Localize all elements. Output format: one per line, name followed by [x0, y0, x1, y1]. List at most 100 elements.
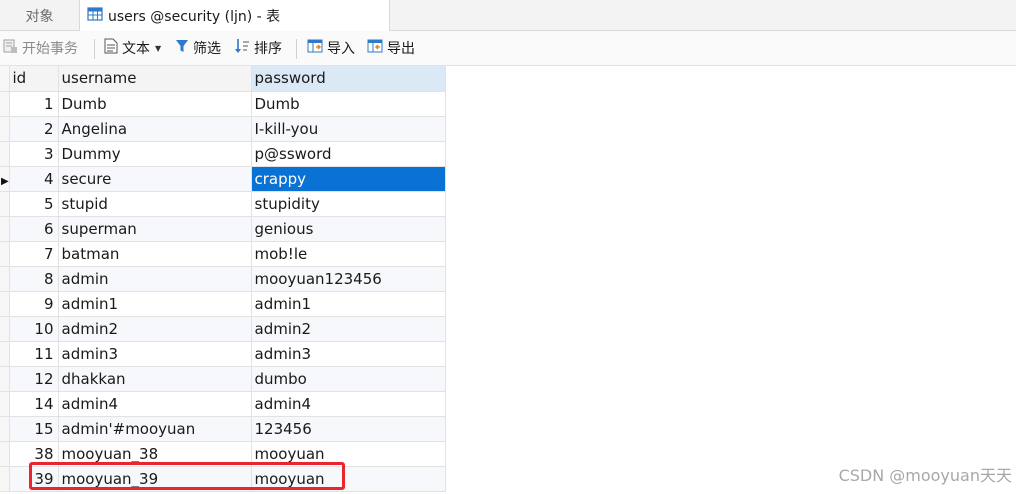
cell-id[interactable]: 11 — [9, 341, 59, 367]
row-marker[interactable] — [0, 241, 10, 267]
filter-label: 筛选 — [193, 41, 221, 57]
table-row[interactable]: ▶ 4 secure crappy — [0, 166, 446, 192]
cell-id[interactable]: 3 — [9, 141, 59, 167]
table-row[interactable]: 15 admin'#mooyuan 123456 — [0, 416, 446, 442]
cell-username[interactable]: admin4 — [58, 391, 252, 417]
cell-username[interactable]: admin2 — [58, 316, 252, 342]
cell-password[interactable]: mooyuan — [251, 441, 446, 467]
cell-username[interactable]: Dumb — [58, 91, 252, 117]
row-marker[interactable] — [0, 91, 10, 117]
table-icon — [87, 6, 103, 26]
cell-username[interactable]: batman — [58, 241, 252, 267]
cell-password[interactable]: mooyuan123456 — [251, 266, 446, 292]
table-row[interactable]: 7 batman mob!le — [0, 241, 446, 267]
cell-username[interactable]: admin1 — [58, 291, 252, 317]
row-marker[interactable] — [0, 366, 10, 392]
cell-password[interactable]: stupidity — [251, 191, 446, 217]
cell-username[interactable]: mooyuan_38 — [58, 441, 252, 467]
cell-id[interactable]: 1 — [9, 91, 59, 117]
cell-username[interactable]: admin3 — [58, 341, 252, 367]
cell-password[interactable]: Dumb — [251, 91, 446, 117]
column-header-id[interactable]: id — [9, 66, 59, 92]
text-button[interactable]: 文本 ▼ — [104, 31, 161, 65]
export-button[interactable]: 导出 — [367, 31, 415, 65]
filter-icon — [175, 38, 189, 58]
cell-id[interactable]: 8 — [9, 266, 59, 292]
header-row: id username password — [0, 66, 446, 92]
toolbar: 开始事务 文本 ▼ 筛选 排序 导入 导出 — [0, 31, 1016, 66]
table-row[interactable]: 8 admin mooyuan123456 — [0, 266, 446, 292]
table-row[interactable]: 1 Dumb Dumb — [0, 91, 446, 117]
column-header-password[interactable]: password — [251, 66, 446, 92]
cell-password[interactable]: admin4 — [251, 391, 446, 417]
row-marker[interactable] — [0, 316, 10, 342]
table-row[interactable]: 38 mooyuan_38 mooyuan — [0, 441, 446, 467]
cell-username[interactable]: superman — [58, 216, 252, 242]
row-marker[interactable] — [0, 341, 10, 367]
row-marker[interactable] — [0, 391, 10, 417]
cell-id[interactable]: 7 — [9, 241, 59, 267]
table-row[interactable]: 3 Dummy p@ssword — [0, 141, 446, 167]
text-label: 文本 — [122, 41, 150, 57]
cell-username[interactable]: admin — [58, 266, 252, 292]
cell-id[interactable]: 6 — [9, 216, 59, 242]
cell-username[interactable]: admin'#mooyuan — [58, 416, 252, 442]
cell-id[interactable]: 9 — [9, 291, 59, 317]
cell-password[interactable]: mob!le — [251, 241, 446, 267]
table-row[interactable]: 14 admin4 admin4 — [0, 391, 446, 417]
filter-button[interactable]: 筛选 — [175, 31, 221, 65]
cell-username[interactable]: mooyuan_39 — [58, 466, 252, 492]
cell-password[interactable]: admin2 — [251, 316, 446, 342]
row-marker[interactable] — [0, 441, 10, 467]
cell-username[interactable]: dhakkan — [58, 366, 252, 392]
cell-id[interactable]: 39 — [9, 466, 59, 492]
cell-password[interactable]: admin3 — [251, 341, 446, 367]
cell-id[interactable]: 12 — [9, 366, 59, 392]
cell-password[interactable]: crappy — [251, 166, 446, 192]
table-row[interactable]: 9 admin1 admin1 — [0, 291, 446, 317]
column-header-username[interactable]: username — [58, 66, 252, 92]
row-marker[interactable] — [0, 191, 10, 217]
cell-username[interactable]: secure — [58, 166, 252, 192]
table-row[interactable]: 12 dhakkan dumbo — [0, 366, 446, 392]
row-marker[interactable] — [0, 141, 10, 167]
row-marker[interactable] — [0, 416, 10, 442]
cell-password[interactable]: genious — [251, 216, 446, 242]
begin-transaction-button[interactable]: 开始事务 — [2, 31, 78, 65]
row-marker[interactable] — [0, 116, 10, 142]
cell-id[interactable]: 10 — [9, 316, 59, 342]
table-row[interactable]: 10 admin2 admin2 — [0, 316, 446, 342]
watermark: CSDN @mooyuan天天 — [838, 466, 1012, 485]
cell-password[interactable]: 123456 — [251, 416, 446, 442]
cell-username[interactable]: stupid — [58, 191, 252, 217]
sort-button[interactable]: 排序 — [234, 31, 282, 65]
table-row[interactable]: 11 admin3 admin3 — [0, 341, 446, 367]
cell-id[interactable]: 38 — [9, 441, 59, 467]
row-marker[interactable] — [0, 216, 10, 242]
begin-transaction-label: 开始事务 — [22, 41, 78, 57]
export-label: 导出 — [387, 41, 415, 57]
table-row[interactable]: 6 superman genious — [0, 216, 446, 242]
cell-username[interactable]: Angelina — [58, 116, 252, 142]
table-row[interactable]: 5 stupid stupidity — [0, 191, 446, 217]
row-marker[interactable] — [0, 466, 10, 492]
import-button[interactable]: 导入 — [307, 31, 355, 65]
cell-password[interactable]: I-kill-you — [251, 116, 446, 142]
cell-username[interactable]: Dummy — [58, 141, 252, 167]
cell-password[interactable]: mooyuan — [251, 466, 446, 492]
row-marker[interactable] — [0, 291, 10, 317]
cell-id[interactable]: 2 — [9, 116, 59, 142]
tab-objects[interactable]: 对象 — [0, 0, 80, 31]
cell-password[interactable]: admin1 — [251, 291, 446, 317]
cell-id[interactable]: 4 — [9, 166, 59, 192]
tab-users-table[interactable]: users @security (ljn) - 表 — [80, 0, 390, 32]
table-row[interactable]: 39 mooyuan_39 mooyuan — [0, 466, 446, 492]
cell-password[interactable]: dumbo — [251, 366, 446, 392]
table-row[interactable]: 2 Angelina I-kill-you — [0, 116, 446, 142]
cell-password[interactable]: p@ssword — [251, 141, 446, 167]
cell-id[interactable]: 14 — [9, 391, 59, 417]
row-marker[interactable] — [0, 266, 10, 292]
cell-id[interactable]: 15 — [9, 416, 59, 442]
row-marker[interactable]: ▶ — [0, 166, 10, 192]
cell-id[interactable]: 5 — [9, 191, 59, 217]
